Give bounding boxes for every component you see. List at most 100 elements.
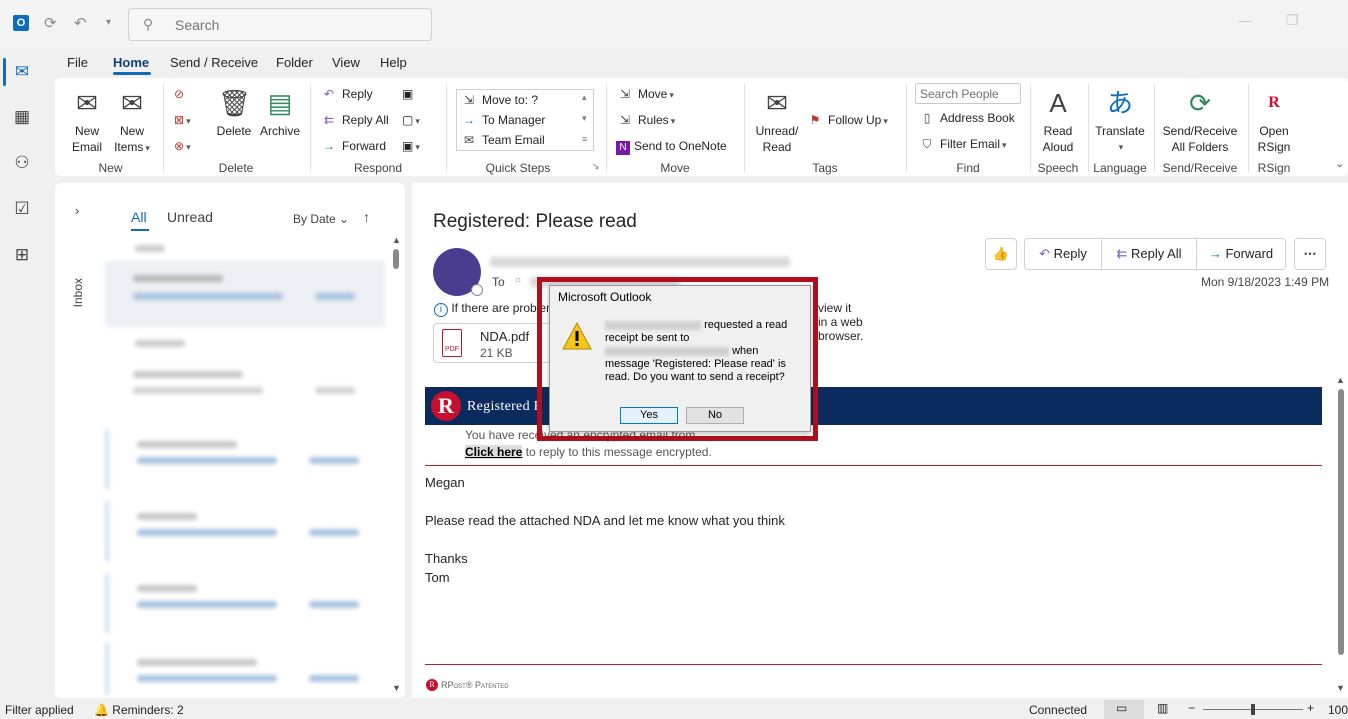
- group-rsign-label: RSign: [1257, 161, 1291, 175]
- minimize-icon[interactable]: —: [1238, 12, 1252, 28]
- quick-step-to-manager[interactable]: → To Manager: [460, 113, 545, 127]
- search-bar[interactable]: ⚲: [128, 8, 432, 41]
- reply-all-button[interactable]: ⇇ Reply All: [1101, 238, 1197, 270]
- expand-folder-pane-icon[interactable]: ›: [75, 203, 79, 218]
- zoom-out-icon[interactable]: −: [1188, 701, 1195, 715]
- new-email-button[interactable]: ✉ New Email: [68, 87, 106, 155]
- meeting-icon[interactable]: ▣: [402, 87, 413, 101]
- scroll-down-icon[interactable]: ▾: [582, 113, 587, 124]
- cleanup-icon[interactable]: ⊠ ▾: [174, 113, 191, 127]
- list-item[interactable]: [105, 261, 385, 327]
- no-button[interactable]: No: [686, 407, 744, 424]
- reply-button[interactable]: ↶ Reply: [320, 87, 373, 101]
- list-group-header: [105, 243, 385, 253]
- scroll-up-icon[interactable]: ▴: [582, 92, 587, 103]
- new-items-button[interactable]: ✉ New Items ▾: [111, 87, 153, 156]
- divider: [906, 84, 907, 172]
- scroll-up-icon[interactable]: ▲: [1336, 375, 1345, 385]
- group-respond-label: Respond: [353, 161, 403, 175]
- zoom-level[interactable]: 100%: [1328, 703, 1348, 717]
- tab-send-receive[interactable]: Send / Receive: [170, 55, 258, 70]
- people-icon[interactable]: ⚇: [10, 151, 34, 175]
- follow-up-button[interactable]: ⚑ Follow Up ▾: [806, 113, 888, 127]
- yes-button[interactable]: Yes: [620, 407, 678, 424]
- address-book-button[interactable]: ▯ Address Book: [918, 111, 1015, 125]
- apps-icon[interactable]: ⊞: [10, 243, 34, 267]
- click-here-link[interactable]: Click here: [465, 445, 523, 459]
- scroll-thumb[interactable]: [1338, 389, 1344, 655]
- pdf-icon: PDF: [442, 329, 462, 357]
- customize-toolbar-icon[interactable]: ▾: [106, 17, 111, 28]
- quick-step-move-to[interactable]: ⇲ Move to: ?: [460, 93, 538, 107]
- new-email-icon: ✉: [76, 88, 98, 118]
- read-aloud-button[interactable]: A Read Aloud: [1036, 87, 1080, 155]
- im-icon[interactable]: ▢ ▾: [402, 113, 420, 127]
- tab-help[interactable]: Help: [380, 55, 407, 70]
- scroll-up-icon[interactable]: ▲: [392, 235, 401, 245]
- like-button[interactable]: 👍: [985, 238, 1017, 270]
- divider: [1030, 84, 1031, 172]
- reply-all-button[interactable]: ⇇ Reply All: [320, 113, 389, 127]
- list-item[interactable]: [105, 501, 385, 561]
- expand-gallery-icon[interactable]: ≡: [582, 134, 587, 144]
- more-respond-icon[interactable]: ▣ ▾: [402, 139, 420, 153]
- list-item[interactable]: [105, 429, 385, 489]
- unread-read-button[interactable]: ✉ Unread/ Read: [752, 87, 802, 155]
- tab-folder[interactable]: Folder: [276, 55, 313, 70]
- scroll-down-icon[interactable]: ▼: [392, 683, 401, 693]
- address-book-icon: ▯: [923, 111, 931, 125]
- tab-all[interactable]: All: [131, 209, 147, 225]
- calendar-icon[interactable]: ▦: [10, 105, 34, 129]
- forward-icon: →: [1208, 246, 1222, 261]
- divider: [1248, 84, 1249, 172]
- archive-icon: ▤: [267, 88, 293, 118]
- junk-icon[interactable]: ⊗ ▾: [174, 139, 191, 153]
- list-scrollbar[interactable]: ▲ ▼: [392, 235, 401, 695]
- zoom-slider-thumb[interactable]: [1251, 704, 1255, 715]
- list-item[interactable]: [105, 361, 385, 421]
- move-button[interactable]: ⇲ Move ▾: [616, 87, 674, 101]
- reading-view-icon[interactable]: ▥: [1157, 701, 1168, 715]
- forward-button[interactable]: → Forward: [1196, 238, 1286, 270]
- send-to-onenote-button[interactable]: N Send to OneNote: [616, 139, 727, 155]
- restore-icon[interactable]: ❐: [1286, 12, 1299, 29]
- reply-button[interactable]: ↶ Reply: [1024, 238, 1102, 270]
- sort-by-date[interactable]: By Date ⌄: [293, 212, 349, 226]
- tab-home[interactable]: Home: [113, 55, 149, 70]
- sort-direction-icon[interactable]: ↑: [363, 209, 370, 225]
- list-item[interactable]: [105, 643, 385, 695]
- sync-icon[interactable]: ⟳: [44, 14, 57, 32]
- tab-file[interactable]: File: [67, 55, 88, 70]
- filter-status: Filter applied: [5, 703, 74, 717]
- tab-view[interactable]: View: [332, 55, 360, 70]
- filter-icon: ⛉: [922, 137, 932, 151]
- tab-home-underline: [113, 72, 151, 75]
- reply-label: Reply: [1053, 246, 1087, 261]
- dialog-launcher-icon[interactable]: ↘: [592, 161, 600, 172]
- quick-step-team-email[interactable]: ✉ Team Email: [460, 133, 545, 147]
- archive-button[interactable]: ▤ Archive: [258, 87, 302, 139]
- open-rsign-button[interactable]: R Open RSign: [1254, 87, 1294, 155]
- translate-button[interactable]: あ Translate ▾: [1094, 87, 1146, 155]
- reminders[interactable]: 🔔 Reminders: 2: [94, 703, 184, 717]
- mail-icon[interactable]: ✉: [10, 60, 34, 84]
- search-input[interactable]: [175, 17, 415, 33]
- zoom-in-icon[interactable]: +: [1307, 701, 1314, 715]
- sync-icon: ⟳: [1189, 88, 1211, 118]
- undo-icon[interactable]: ↶: [74, 14, 87, 32]
- filter-email-button[interactable]: ⛉ Filter Email ▾: [918, 137, 1006, 152]
- more-actions-button[interactable]: ⋯: [1294, 238, 1326, 270]
- scroll-down-icon[interactable]: ▼: [1336, 683, 1345, 693]
- forward-button[interactable]: → Forward: [320, 139, 386, 153]
- collapse-ribbon-icon[interactable]: ⌄: [1335, 157, 1344, 170]
- ignore-icon[interactable]: ⊘: [174, 87, 184, 101]
- scroll-thumb[interactable]: [393, 249, 399, 269]
- delete-button[interactable]: 🗑 Delete: [214, 87, 254, 139]
- search-people-input[interactable]: Search People: [915, 83, 1021, 104]
- list-item[interactable]: [105, 573, 385, 633]
- tab-unread[interactable]: Unread: [167, 209, 213, 225]
- send-receive-all-button[interactable]: ⟳ Send/Receive All Folders: [1160, 87, 1240, 155]
- rules-button[interactable]: ⇲ Rules ▾: [616, 113, 675, 127]
- inbox-label[interactable]: Inbox: [71, 278, 85, 307]
- tasks-icon[interactable]: ☑: [10, 197, 34, 221]
